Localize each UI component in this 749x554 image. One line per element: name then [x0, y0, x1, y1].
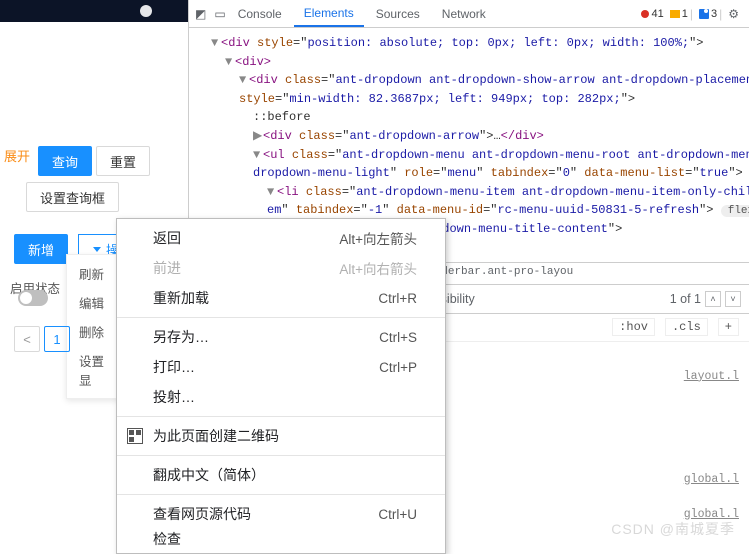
enable-switch[interactable] [18, 290, 48, 306]
qrcode-icon [127, 428, 143, 444]
warning-count[interactable]: 1 [670, 8, 688, 20]
ctx-separator [117, 416, 445, 417]
ctx-back[interactable]: 返回Alt+向左箭头 [117, 223, 445, 253]
tab-sources[interactable]: Sources [366, 2, 430, 26]
reset-button[interactable]: 重置 [96, 146, 150, 176]
device-icon[interactable]: ▭ [214, 7, 225, 21]
ctx-reload[interactable]: 重新加载Ctrl+R [117, 283, 445, 313]
add-button[interactable]: 新增 [14, 234, 68, 264]
nav-dot-icon [140, 5, 152, 17]
pager-page-1[interactable]: 1 [44, 326, 70, 352]
ctx-cast[interactable]: 投射… [117, 382, 445, 412]
ctx-separator [117, 317, 445, 318]
cls-toggle[interactable]: .cls [665, 318, 708, 336]
ctx-qrcode[interactable]: 为此页面创建二维码 [117, 421, 445, 451]
context-menu: 返回Alt+向左箭头 前进Alt+向右箭头 重新加载Ctrl+R 另存为…Ctr… [116, 218, 446, 554]
ctx-forward[interactable]: 前进Alt+向右箭头 [117, 253, 445, 283]
ctx-view-source[interactable]: 查看网页源代码Ctrl+U [117, 499, 445, 529]
pager-prev[interactable]: < [14, 326, 40, 352]
hov-toggle[interactable]: :hov [612, 318, 655, 336]
app-nav-dark [0, 0, 188, 22]
ctx-inspect[interactable]: 检查 [117, 529, 445, 549]
tab-network[interactable]: Network [432, 2, 496, 26]
expand-button[interactable]: 展开 [0, 146, 34, 176]
query-button[interactable]: 查询 [38, 146, 92, 176]
devtools-tab-bar: ◩ ▭ Console Elements Sources Network 41 … [189, 0, 749, 28]
inspect-icon[interactable]: ◩ [195, 7, 206, 21]
ctx-separator [117, 455, 445, 456]
query-button-row: 展开 查询 重置 [0, 140, 188, 176]
error-count[interactable]: 41 [641, 8, 663, 20]
pagination: < 1 [0, 326, 70, 352]
ctx-print[interactable]: 打印…Ctrl+P [117, 352, 445, 382]
caret-down-icon [93, 247, 101, 252]
tab-console[interactable]: Console [228, 2, 292, 26]
search-next-icon[interactable]: ˅ [725, 291, 741, 307]
set-query-box-row: 设置查询框 [0, 182, 188, 212]
ctx-separator [117, 494, 445, 495]
search-prev-icon[interactable]: ˄ [705, 291, 721, 307]
ctx-save-as[interactable]: 另存为…Ctrl+S [117, 322, 445, 352]
ctx-translate[interactable]: 翻成中文（简体） [117, 460, 445, 490]
issues-count[interactable]: 3 [699, 8, 717, 20]
set-query-box-button[interactable]: 设置查询框 [26, 182, 119, 212]
settings-icon[interactable]: ⚙ [728, 7, 739, 21]
search-page-indicator: 1 of 1 ˄ ˅ [670, 291, 749, 307]
new-rule-button[interactable]: + [718, 318, 739, 336]
tab-elements[interactable]: Elements [294, 1, 364, 27]
watermark: CSDN @南城夏季 [611, 519, 735, 539]
